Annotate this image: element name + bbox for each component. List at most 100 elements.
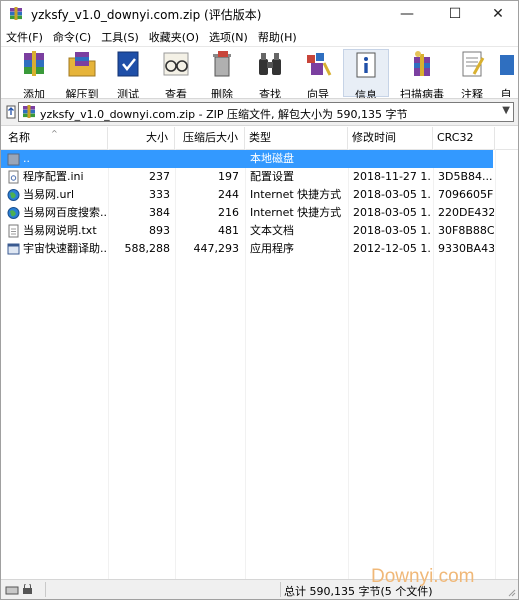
tool-extract-button[interactable]: 解压到 — [59, 49, 105, 101]
table-row[interactable]: 当易网说明.txt 893 481 文本文档 2018-03-05 1... 3… — [1, 222, 518, 240]
column-header-packed[interactable]: 压缩后大小 — [175, 127, 245, 149]
cell-type: Internet 快捷方式 — [250, 188, 342, 201]
cell-crc: 3D5B84... — [438, 170, 493, 183]
column-header-modified[interactable]: 修改时间 — [348, 127, 433, 149]
tool-add-button[interactable]: 添加 — [11, 49, 57, 101]
up-folder-icon[interactable] — [5, 104, 17, 120]
column-header-crc[interactable]: CRC32 — [433, 127, 495, 149]
cell-type: 文本文档 — [250, 224, 294, 237]
cell-modified: 2012-12-05 1... — [353, 242, 431, 255]
chevron-down-icon[interactable]: ▼ — [502, 105, 510, 116]
status-separator — [280, 582, 281, 597]
tool-find-button[interactable]: 查找 — [247, 49, 293, 101]
comment-icon — [462, 51, 485, 77]
address-field[interactable]: yzksfy_v1.0_downyi.com.zip - ZIP 压缩文件, 解… — [18, 102, 514, 122]
column-header-name[interactable]: 名称 ^ — [1, 127, 108, 149]
cell-type: 应用程序 — [250, 242, 294, 255]
cell-type: 本地磁盘 — [250, 152, 294, 165]
delete-trash-icon — [213, 51, 231, 77]
url-globe-icon — [7, 189, 20, 201]
minimize-button[interactable]: — — [385, 1, 429, 27]
cell-modified: 2018-03-05 1... — [353, 224, 431, 237]
info-icon — [356, 52, 376, 78]
window-title: yzksfy_v1.0_downyi.com.zip (评估版本) — [31, 8, 262, 22]
cell-packed: 481 — [218, 224, 239, 237]
tool-comment-button[interactable]: 注释 — [449, 49, 495, 101]
cell-crc: 30F8B88C — [438, 224, 494, 237]
tool-test-button[interactable]: 测试 — [105, 49, 151, 101]
zip-archive-icon — [23, 105, 35, 118]
find-binoculars-icon — [259, 53, 281, 75]
table-row[interactable]: 程序配置.ini 237 197 配置设置 2018-11-27 1... 3D… — [1, 168, 518, 186]
cell-crc: 220DE432 — [438, 206, 494, 219]
menu-options[interactable]: 选项(N) — [204, 27, 253, 45]
menu-file[interactable]: 文件(F) — [1, 27, 48, 45]
tool-sfx-label: 自 — [500, 88, 512, 97]
menu-favorites[interactable]: 收藏夹(O) — [144, 27, 204, 45]
sfx-icon — [500, 55, 514, 75]
status-separator — [45, 582, 46, 597]
cell-name: 当易网说明.txt — [23, 224, 97, 237]
cell-name: 当易网百度搜索... — [23, 206, 107, 219]
cell-crc: 9330BA43 — [438, 242, 494, 255]
cell-size: 588,288 — [124, 242, 171, 255]
table-row[interactable]: 当易网.url 333 244 Internet 快捷方式 2018-03-05… — [1, 186, 518, 204]
parent-folder-icon — [7, 153, 20, 166]
file-list: 名称 ^ 大小 压缩后大小 类型 修改时间 CRC32 .. 本地磁盘 程序配置… — [1, 127, 518, 579]
close-button[interactable]: ✕ — [476, 1, 519, 27]
resize-grip-icon[interactable] — [506, 587, 516, 597]
cell-packed: 244 — [218, 188, 239, 201]
table-row[interactable]: 当易网百度搜索... 384 216 Internet 快捷方式 2018-03… — [1, 204, 518, 222]
cell-type: Internet 快捷方式 — [250, 206, 342, 219]
cell-size: 384 — [149, 206, 170, 219]
cell-modified: 2018-03-05 1... — [353, 188, 431, 201]
winrar-app-icon — [10, 7, 22, 20]
cell-type: 配置设置 — [250, 170, 294, 183]
list-header: 名称 ^ 大小 压缩后大小 类型 修改时间 CRC32 — [1, 127, 518, 150]
cell-modified: 2018-11-27 1... — [353, 170, 431, 183]
menu-help[interactable]: 帮助(H) — [253, 27, 302, 45]
maximize-button[interactable]: ☐ — [433, 1, 477, 27]
cell-name: 宇宙快速翻译助... — [23, 242, 107, 255]
table-row[interactable]: .. 本地磁盘 — [1, 150, 518, 168]
tool-wizard-button[interactable]: 向导 — [295, 49, 341, 101]
tool-view-button[interactable]: 查看 — [153, 49, 199, 101]
cell-crc: 7096605F — [438, 188, 494, 201]
add-archive-icon — [24, 51, 44, 76]
ini-file-icon — [8, 170, 19, 184]
txt-file-icon — [8, 224, 19, 238]
cell-packed: 216 — [218, 206, 239, 219]
virus-scan-icon — [414, 51, 430, 76]
watermark-logo: Downyi.com — [371, 566, 475, 587]
extract-folder-icon — [68, 52, 96, 77]
column-name-label: 名称 — [8, 131, 30, 144]
sort-arrow-icon: ^ — [51, 129, 58, 138]
menu-commands[interactable]: 命令(C) — [48, 27, 96, 45]
menu-bar: 文件(F) 命令(C) 工具(S) 收藏夹(O) 选项(N) 帮助(H) — [1, 27, 518, 45]
test-book-icon — [117, 51, 139, 77]
cell-size: 893 — [149, 224, 170, 237]
table-row[interactable]: 宇宙快速翻译助... 588,288 447,293 应用程序 2012-12-… — [1, 240, 518, 258]
tool-delete-button[interactable]: 删除 — [199, 49, 245, 101]
exe-app-icon — [7, 243, 20, 255]
cell-size: 237 — [149, 170, 170, 183]
cell-packed: 447,293 — [193, 242, 240, 255]
cell-name: 当易网.url — [23, 188, 75, 201]
cell-size: 333 — [149, 188, 170, 201]
cell-name: .. — [23, 152, 30, 165]
column-header-size[interactable]: 大小 — [108, 127, 175, 149]
cell-name: 程序配置.ini — [23, 170, 84, 183]
url-globe-icon — [7, 207, 20, 219]
tool-sfx-button[interactable]: 自 — [495, 49, 517, 97]
wizard-icon — [307, 53, 332, 76]
tool-virus-scan-button[interactable]: 扫描病毒 — [395, 49, 449, 101]
tool-info-button[interactable]: 信息 — [343, 49, 389, 102]
drive-lock-icon[interactable] — [5, 584, 41, 596]
toolbar: 添加 解压到 测试 查看 删除 查找 向导 信息 扫描病毒 注释 自 — [1, 46, 518, 102]
cell-modified: 2018-03-05 1... — [353, 206, 431, 219]
address-path: yzksfy_v1.0_downyi.com.zip - ZIP 压缩文件, 解… — [40, 108, 408, 121]
column-header-type[interactable]: 类型 — [245, 127, 348, 149]
menu-tools[interactable]: 工具(S) — [96, 27, 144, 45]
address-bar: yzksfy_v1.0_downyi.com.zip - ZIP 压缩文件, 解… — [1, 98, 518, 126]
title-bar[interactable]: yzksfy_v1.0_downyi.com.zip (评估版本) — ☐ ✕ — [1, 1, 518, 27]
